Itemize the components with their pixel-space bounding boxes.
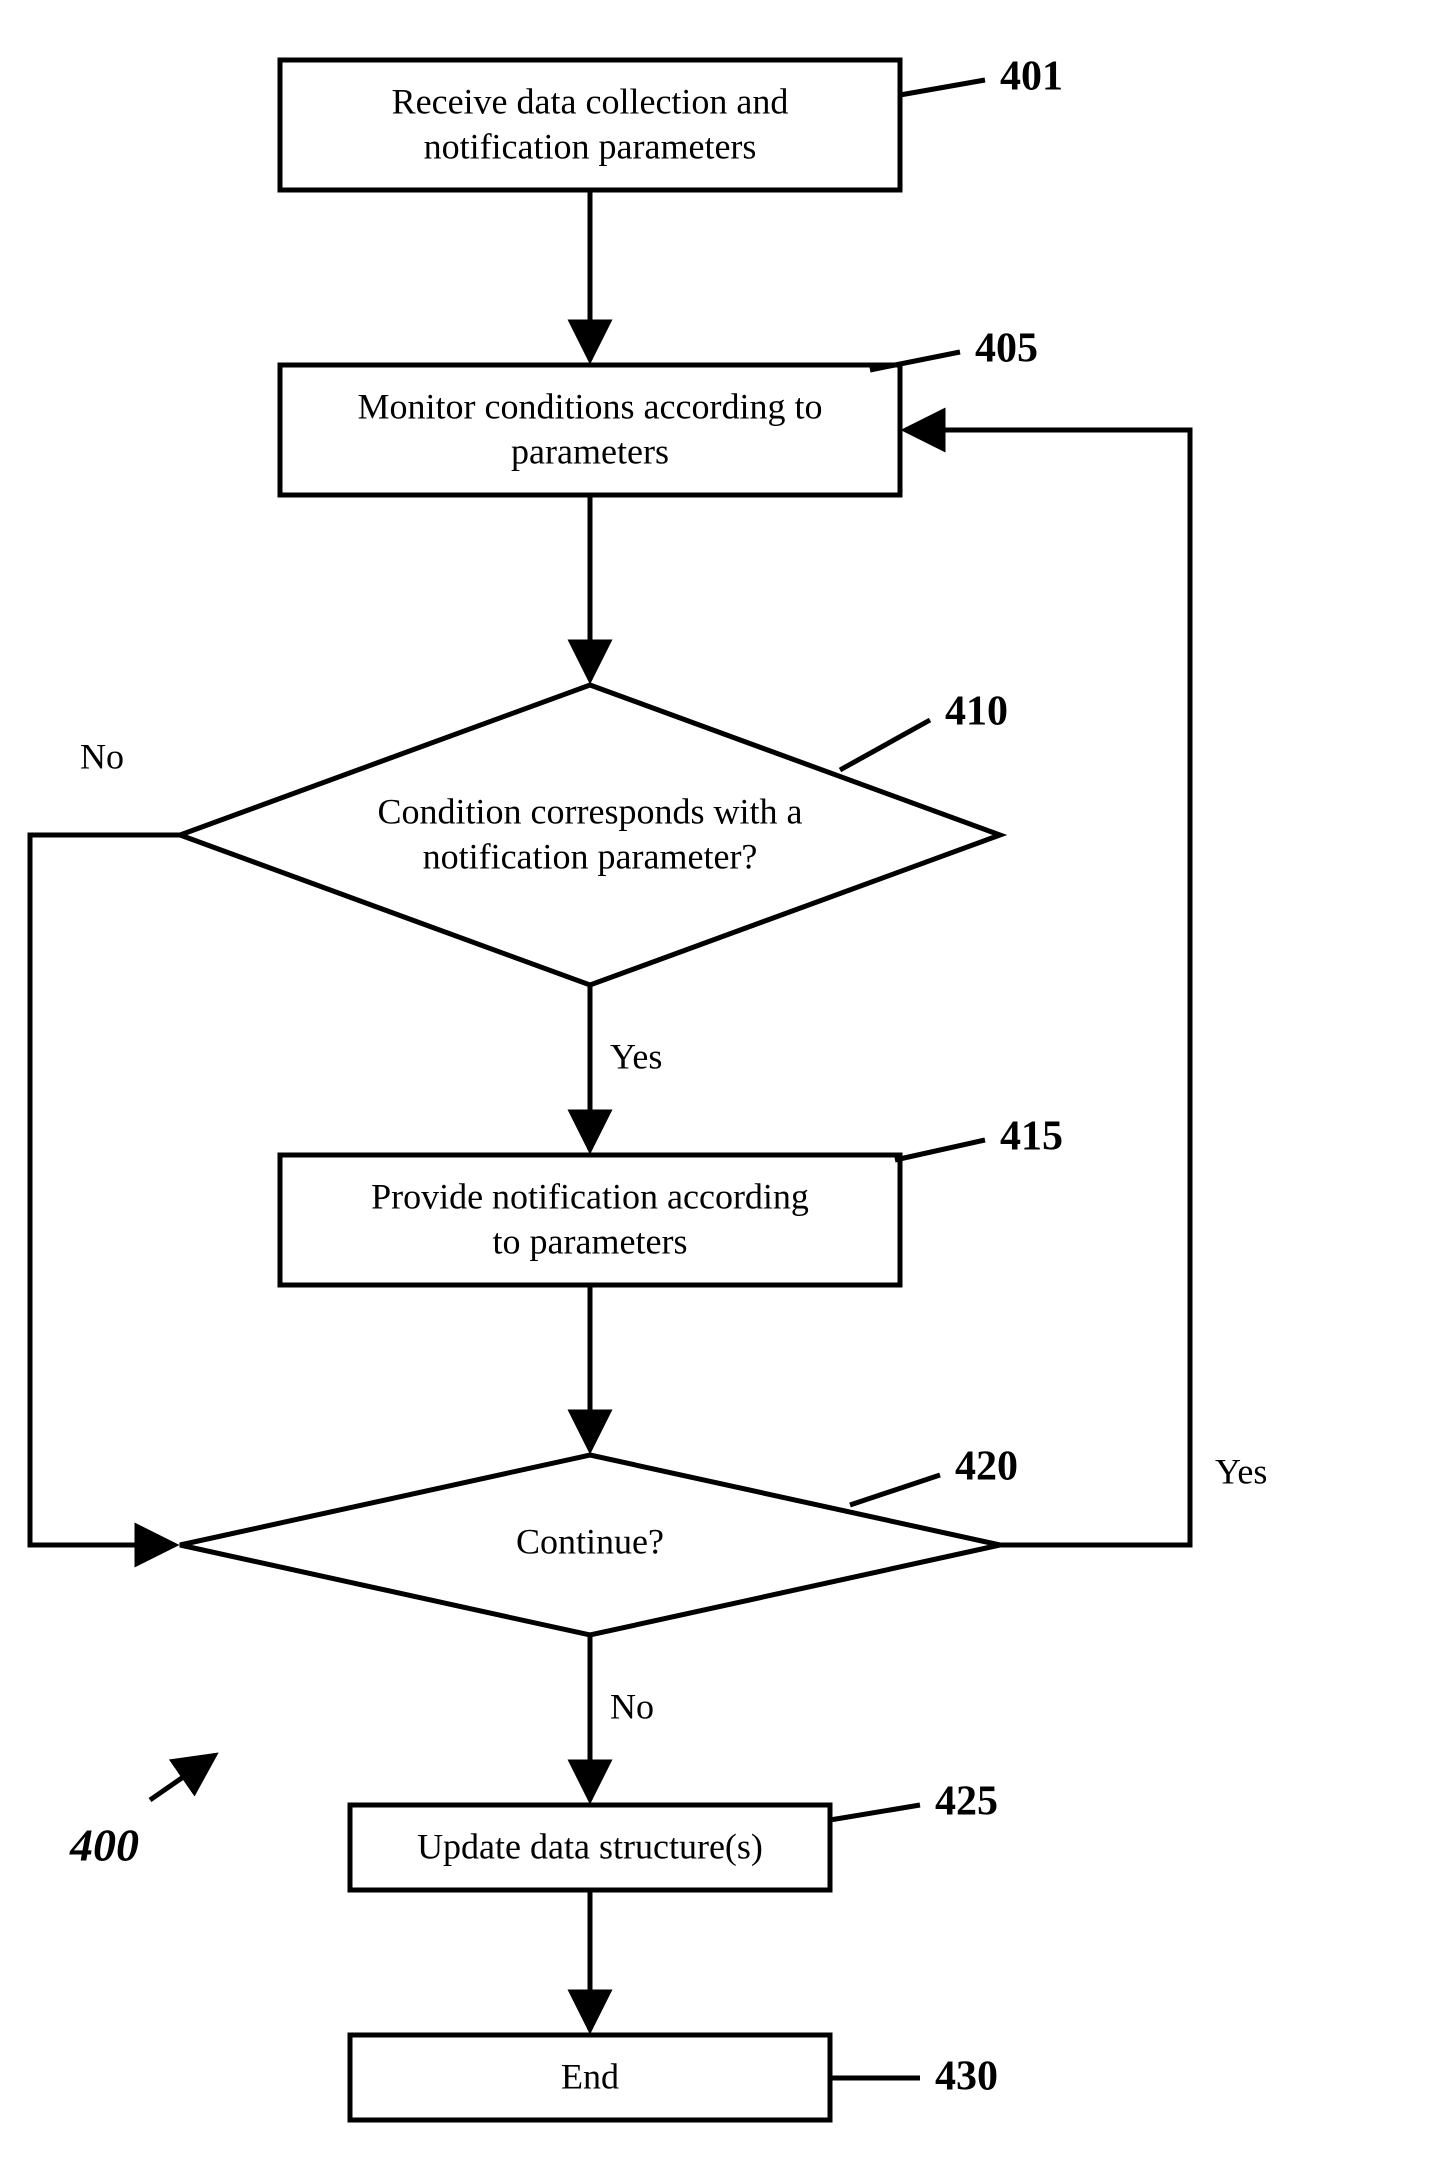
ref-405: 405 xyxy=(975,326,1038,372)
ref-420: 420 xyxy=(955,1444,1018,1490)
edge-410-no xyxy=(30,835,180,1545)
leader-401 xyxy=(900,80,985,95)
node-415-line1: Provide notification according xyxy=(371,1176,809,1216)
node-401-line2: notification parameters xyxy=(424,126,757,166)
leader-420 xyxy=(850,1475,940,1505)
node-410-line1: Condition corresponds with a xyxy=(378,791,803,831)
node-415-line2: to parameters xyxy=(493,1221,688,1261)
leader-405 xyxy=(870,352,960,370)
node-410-line2: notification parameter? xyxy=(423,836,758,876)
node-430: End xyxy=(350,2035,830,2120)
label-yes-410: Yes xyxy=(610,1036,662,1076)
node-401-line1: Receive data collection and xyxy=(392,81,789,121)
node-420-line1: Continue? xyxy=(516,1521,664,1561)
edge-420-yes xyxy=(905,430,1190,1545)
node-405-line2: parameters xyxy=(511,431,669,471)
node-401: Receive data collection and notification… xyxy=(280,60,900,190)
leader-415 xyxy=(895,1140,985,1160)
label-yes-420: Yes xyxy=(1215,1451,1267,1491)
leader-425 xyxy=(830,1805,920,1820)
node-405-line1: Monitor conditions according to xyxy=(358,386,823,426)
ref-430: 430 xyxy=(935,2054,998,2100)
ref-401: 401 xyxy=(1000,54,1063,100)
flowchart: Receive data collection and notification… xyxy=(0,0,1454,2163)
ref-415: 415 xyxy=(1000,1114,1063,1160)
ref-425: 425 xyxy=(935,1779,998,1825)
node-420: Continue? xyxy=(180,1455,1000,1635)
node-425: Update data structure(s) xyxy=(350,1805,830,1890)
leader-410 xyxy=(840,720,930,770)
figure-ref-label: 400 xyxy=(69,1820,139,1871)
node-430-line1: End xyxy=(561,2056,619,2096)
node-410: Condition corresponds with a notificatio… xyxy=(180,685,1000,985)
figure-ref: 400 xyxy=(69,1755,215,1871)
node-415: Provide notification according to parame… xyxy=(280,1155,900,1285)
label-no-410: No xyxy=(80,736,124,776)
ref-410: 410 xyxy=(945,689,1008,735)
node-425-line1: Update data structure(s) xyxy=(417,1826,763,1866)
node-405: Monitor conditions according to paramete… xyxy=(280,365,900,495)
label-no-420: No xyxy=(610,1686,654,1726)
